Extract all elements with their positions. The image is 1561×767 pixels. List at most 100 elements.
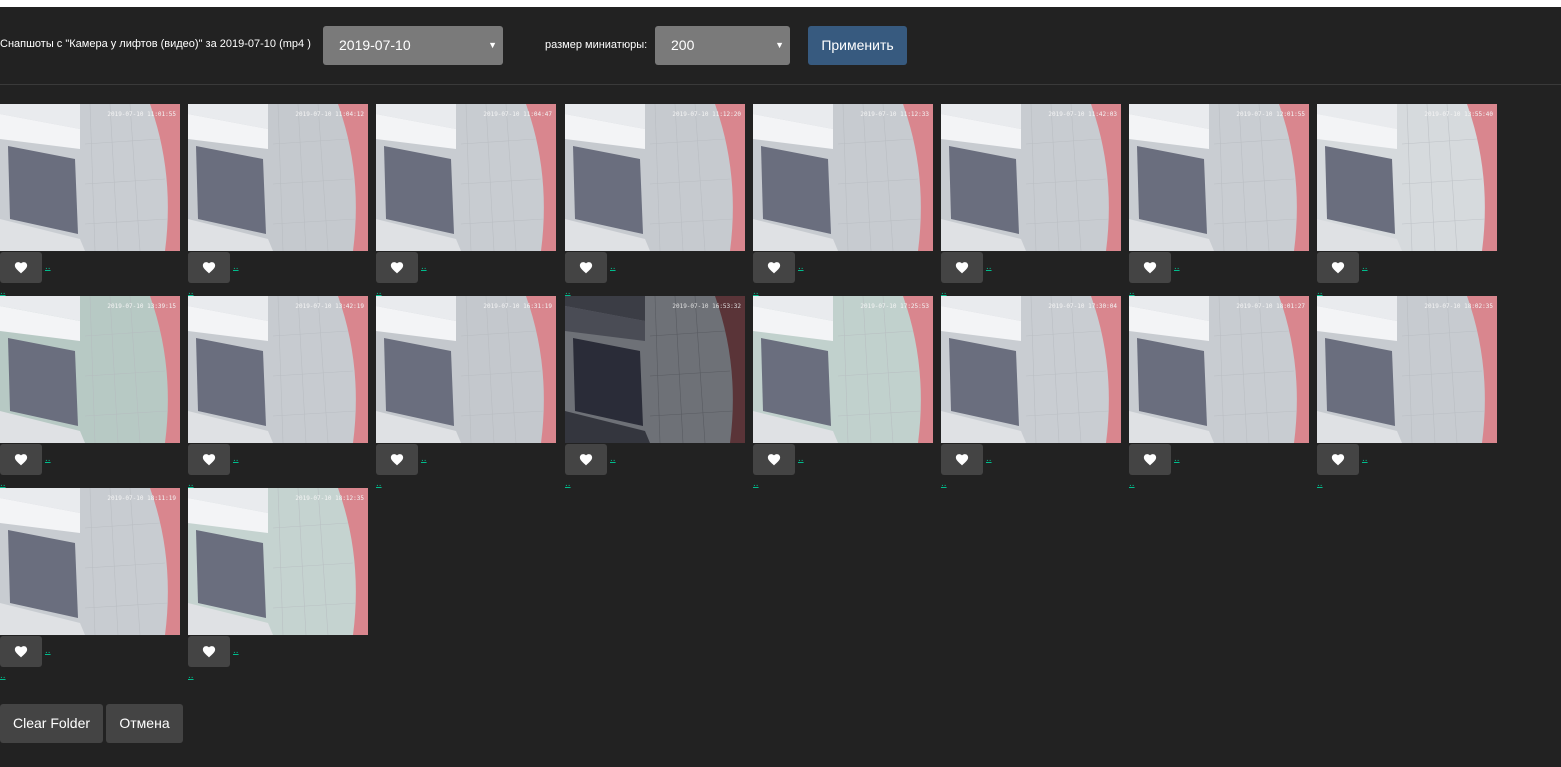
apply-button[interactable]: Применить — [808, 26, 907, 65]
snapshot-link[interactable]: .. — [798, 454, 804, 464]
snapshot-thumbnail[interactable]: 2019-07-10 13:39:15 — [0, 296, 180, 443]
snapshot-timestamp: 2019-07-10 18:11:19 — [107, 495, 176, 502]
snapshot-link[interactable]: .. — [421, 262, 427, 272]
heart-icon — [1143, 262, 1157, 274]
snapshot-link[interactable]: .. — [986, 454, 992, 464]
snapshot-link[interactable]: .. — [233, 646, 239, 656]
snapshot-link-secondary[interactable]: .. — [188, 671, 194, 681]
snapshot-thumbnail[interactable]: 2019-07-10 13:55:40 — [1317, 104, 1497, 251]
snapshot-thumbnail[interactable]: 2019-07-10 11:12:33 — [753, 104, 933, 251]
snapshot-timestamp: 2019-07-10 18:02:35 — [1424, 303, 1493, 310]
camera-frame-image: 2019-07-10 16:53:32 — [565, 296, 745, 443]
heart-icon — [579, 262, 593, 274]
snapshot-tile: 2019-07-10 16:31:19.... — [376, 296, 556, 489]
snapshot-thumbnail[interactable]: 2019-07-10 11:42:03 — [941, 104, 1121, 251]
favorite-button[interactable] — [0, 252, 42, 283]
snapshot-thumbnail[interactable]: 2019-07-10 18:12:35 — [188, 488, 368, 635]
snapshot-link[interactable]: .. — [798, 262, 804, 272]
snapshot-timestamp: 2019-07-10 17:25:53 — [860, 303, 929, 310]
snapshot-link-secondary[interactable]: .. — [1317, 479, 1323, 489]
toolbar: Снапшоты с "Камера у лифтов (видео)" за … — [0, 7, 1561, 85]
date-select[interactable]: 2019-07-10 ▼ — [323, 26, 503, 65]
snapshot-timestamp: 2019-07-10 13:42:19 — [295, 303, 364, 310]
camera-frame-image: 2019-07-10 11:01:55 — [0, 104, 180, 251]
snapshot-tile: 2019-07-10 11:12:33.... — [753, 104, 933, 297]
snapshot-thumbnail[interactable]: 2019-07-10 18:01:27 — [1129, 296, 1309, 443]
snapshot-link-secondary[interactable]: .. — [376, 479, 382, 489]
favorite-button[interactable] — [1129, 444, 1171, 475]
favorite-button[interactable] — [188, 252, 230, 283]
favorite-button[interactable] — [376, 444, 418, 475]
snapshot-link-secondary[interactable]: .. — [1129, 479, 1135, 489]
camera-frame-image: 2019-07-10 17:30:04 — [941, 296, 1121, 443]
snapshot-link[interactable]: .. — [45, 454, 51, 464]
caret-down-icon: ▼ — [775, 40, 784, 50]
snapshot-link[interactable]: .. — [45, 646, 51, 656]
snapshot-tile: 2019-07-10 13:42:19.... — [188, 296, 368, 489]
snapshot-thumbnail[interactable]: 2019-07-10 11:12:20 — [565, 104, 745, 251]
snapshot-link-secondary[interactable]: .. — [565, 479, 571, 489]
snapshot-link-secondary[interactable]: .. — [941, 479, 947, 489]
snapshot-link-secondary[interactable]: .. — [0, 671, 6, 681]
cancel-button[interactable]: Отмена — [106, 704, 183, 743]
favorite-button[interactable] — [941, 252, 983, 283]
favorite-button[interactable] — [188, 444, 230, 475]
snapshot-link[interactable]: .. — [986, 262, 992, 272]
camera-frame-image: 2019-07-10 11:12:20 — [565, 104, 745, 251]
snapshot-link-secondary[interactable]: .. — [753, 479, 759, 489]
favorite-button[interactable] — [941, 444, 983, 475]
favorite-button[interactable] — [565, 252, 607, 283]
snapshot-link[interactable]: .. — [45, 262, 51, 272]
snapshot-thumbnail[interactable]: 2019-07-10 18:02:35 — [1317, 296, 1497, 443]
camera-frame-image: 2019-07-10 18:02:35 — [1317, 296, 1497, 443]
camera-frame-image: 2019-07-10 12:01:55 — [1129, 104, 1309, 251]
camera-frame-image: 2019-07-10 13:55:40 — [1317, 104, 1497, 251]
snapshot-link[interactable]: .. — [1362, 262, 1368, 272]
snapshot-thumbnail[interactable]: 2019-07-10 17:25:53 — [753, 296, 933, 443]
snapshot-link[interactable]: .. — [233, 454, 239, 464]
favorite-button[interactable] — [188, 636, 230, 667]
snapshot-thumbnail[interactable]: 2019-07-10 16:31:19 — [376, 296, 556, 443]
snapshot-link[interactable]: .. — [610, 454, 616, 464]
snapshot-thumbnail[interactable]: 2019-07-10 12:01:55 — [1129, 104, 1309, 251]
camera-frame-image: 2019-07-10 18:11:19 — [0, 488, 180, 635]
snapshot-tile: 2019-07-10 12:01:55.... — [1129, 104, 1309, 297]
heart-icon — [14, 262, 28, 274]
snapshot-link[interactable]: .. — [1174, 454, 1180, 464]
heart-icon — [579, 454, 593, 466]
snapshot-thumbnail[interactable]: 2019-07-10 17:30:04 — [941, 296, 1121, 443]
snapshot-timestamp: 2019-07-10 11:12:20 — [672, 111, 741, 118]
favorite-button[interactable] — [376, 252, 418, 283]
clear-folder-button[interactable]: Clear Folder — [0, 704, 103, 743]
snapshot-link[interactable]: .. — [1362, 454, 1368, 464]
favorite-button[interactable] — [0, 444, 42, 475]
snapshot-link[interactable]: .. — [421, 454, 427, 464]
camera-frame-image: 2019-07-10 11:04:12 — [188, 104, 368, 251]
snapshot-thumbnail[interactable]: 2019-07-10 11:04:12 — [188, 104, 368, 251]
snapshot-link[interactable]: .. — [233, 262, 239, 272]
snapshot-timestamp: 2019-07-10 13:39:15 — [107, 303, 176, 310]
heart-icon — [14, 454, 28, 466]
snapshot-timestamp: 2019-07-10 11:01:55 — [107, 111, 176, 118]
favorite-button[interactable] — [1317, 252, 1359, 283]
snapshot-thumbnail[interactable]: 2019-07-10 11:04:47 — [376, 104, 556, 251]
snapshot-link[interactable]: .. — [1174, 262, 1180, 272]
favorite-button[interactable] — [753, 444, 795, 475]
favorite-button[interactable] — [0, 636, 42, 667]
snapshot-thumbnail[interactable]: 2019-07-10 16:53:32 — [565, 296, 745, 443]
favorite-button[interactable] — [753, 252, 795, 283]
snapshot-tile: 2019-07-10 11:04:47.... — [376, 104, 556, 297]
favorite-button[interactable] — [565, 444, 607, 475]
snapshot-thumbnail[interactable]: 2019-07-10 18:11:19 — [0, 488, 180, 635]
snapshot-timestamp: 2019-07-10 11:04:47 — [483, 111, 552, 118]
favorite-button[interactable] — [1317, 444, 1359, 475]
date-select-value: 2019-07-10 — [339, 37, 411, 53]
snapshot-thumbnail[interactable]: 2019-07-10 13:42:19 — [188, 296, 368, 443]
thumbnail-size-select[interactable]: 200 ▼ — [655, 26, 790, 65]
favorite-button[interactable] — [1129, 252, 1171, 283]
snapshot-tile: 2019-07-10 18:11:19.... — [0, 488, 180, 681]
snapshot-link[interactable]: .. — [610, 262, 616, 272]
snapshot-thumbnail[interactable]: 2019-07-10 11:01:55 — [0, 104, 180, 251]
camera-frame-image: 2019-07-10 18:12:35 — [188, 488, 368, 635]
snapshot-tile: 2019-07-10 11:12:20.... — [565, 104, 745, 297]
